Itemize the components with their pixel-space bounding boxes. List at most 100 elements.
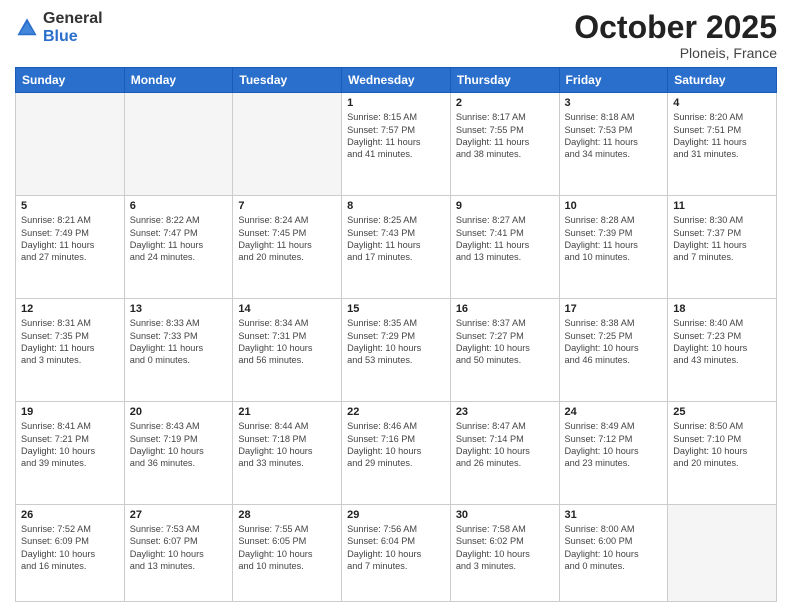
- weekday-header-saturday: Saturday: [668, 68, 777, 93]
- calendar-table: SundayMondayTuesdayWednesdayThursdayFrid…: [15, 67, 777, 602]
- day-info: Sunrise: 8:47 AM Sunset: 7:14 PM Dayligh…: [456, 420, 554, 470]
- calendar-cell: 18Sunrise: 8:40 AM Sunset: 7:23 PM Dayli…: [668, 299, 777, 402]
- day-number: 30: [456, 509, 554, 521]
- calendar-week-2: 5Sunrise: 8:21 AM Sunset: 7:49 PM Daylig…: [16, 196, 777, 299]
- calendar-cell: 10 Sunrise: 8:28 AM Sunset: 7:39 PM Dayli…: [559, 196, 668, 299]
- calendar-cell: 27 Sunrise: 7:53 AM Sunset: 6:07 PM Dayli…: [124, 505, 233, 602]
- calendar-cell: 15Sunrise: 8:35 AM Sunset: 7:29 PM Dayli…: [342, 299, 451, 402]
- calendar-cell: 3 Sunrise: 8:18 AM Sunset: 7:53 PM Daylig…: [559, 93, 668, 196]
- calendar-cell: 24Sunrise: 8:49 AM Sunset: 7:12 PM Dayli…: [559, 402, 668, 505]
- weekday-header-monday: Monday: [124, 68, 233, 93]
- day-info: Sunrise: 8:41 AM Sunset: 7:21 PM Dayligh…: [21, 420, 119, 470]
- day-number: 14: [238, 303, 336, 315]
- day-number: 27: [130, 509, 228, 521]
- day-info: Sunrise: 8:31 AM Sunset: 7:35 PM Dayligh…: [21, 317, 119, 367]
- weekday-header-wednesday: Wednesday: [342, 68, 451, 93]
- day-info: Sunrise: 8:15 AM Sunset: 7:57 PM Dayligh…: [347, 111, 445, 161]
- day-info: Sunrise: 8:18 AM Sunset: 7:53 PM Dayligh…: [565, 111, 663, 161]
- day-number: 10: [565, 200, 663, 212]
- calendar-cell: 23 Sunrise: 8:47 AM Sunset: 7:14 PM Dayli…: [450, 402, 559, 505]
- day-info: Sunrise: 8:44 AM Sunset: 7:18 PM Dayligh…: [238, 420, 336, 470]
- day-number: 22: [347, 406, 445, 418]
- header: General Blue October 2025 Ploneis, Franc…: [15, 10, 777, 61]
- day-number: 9: [456, 200, 554, 212]
- logo-blue-text: Blue: [43, 28, 78, 45]
- day-number: 3: [565, 97, 663, 109]
- day-info: Sunrise: 8:21 AM Sunset: 7:49 PM Dayligh…: [21, 214, 119, 264]
- calendar-cell: 28Sunrise: 7:55 AM Sunset: 6:05 PM Dayli…: [233, 505, 342, 602]
- calendar-week-1: 1 Sunrise: 8:15 AM Sunset: 7:57 PM Daylig…: [16, 93, 777, 196]
- day-number: 31: [565, 509, 663, 521]
- day-info: Sunrise: 7:55 AM Sunset: 6:05 PM Dayligh…: [238, 523, 336, 573]
- day-info: Sunrise: 7:56 AM Sunset: 6:04 PM Dayligh…: [347, 523, 445, 573]
- calendar-cell: 5Sunrise: 8:21 AM Sunset: 7:49 PM Daylig…: [16, 196, 125, 299]
- calendar-cell: 12 Sunrise: 8:31 AM Sunset: 7:35 PM Dayli…: [16, 299, 125, 402]
- day-info: Sunrise: 8:22 AM Sunset: 7:47 PM Dayligh…: [130, 214, 228, 264]
- calendar-cell: 8 Sunrise: 8:25 AM Sunset: 7:43 PM Daylig…: [342, 196, 451, 299]
- day-info: Sunrise: 8:38 AM Sunset: 7:25 PM Dayligh…: [565, 317, 663, 367]
- calendar-cell: 13Sunrise: 8:33 AM Sunset: 7:33 PM Dayli…: [124, 299, 233, 402]
- calendar-cell: 25Sunrise: 8:50 AM Sunset: 7:10 PM Dayli…: [668, 402, 777, 505]
- calendar-cell: [668, 505, 777, 602]
- day-info: Sunrise: 8:27 AM Sunset: 7:41 PM Dayligh…: [456, 214, 554, 264]
- calendar-week-4: 19Sunrise: 8:41 AM Sunset: 7:21 PM Dayli…: [16, 402, 777, 505]
- day-info: Sunrise: 7:52 AM Sunset: 6:09 PM Dayligh…: [21, 523, 119, 573]
- logo: General Blue: [15, 10, 103, 45]
- day-info: Sunrise: 8:46 AM Sunset: 7:16 PM Dayligh…: [347, 420, 445, 470]
- day-info: Sunrise: 8:25 AM Sunset: 7:43 PM Dayligh…: [347, 214, 445, 264]
- day-number: 2: [456, 97, 554, 109]
- day-info: Sunrise: 8:28 AM Sunset: 7:39 PM Dayligh…: [565, 214, 663, 264]
- calendar-week-3: 12 Sunrise: 8:31 AM Sunset: 7:35 PM Dayli…: [16, 299, 777, 402]
- day-info: Sunrise: 8:30 AM Sunset: 7:37 PM Dayligh…: [673, 214, 771, 264]
- day-number: 26: [21, 509, 119, 521]
- day-number: 8: [347, 200, 445, 212]
- calendar-cell: 9 Sunrise: 8:27 AM Sunset: 7:41 PM Daylig…: [450, 196, 559, 299]
- day-number: 25: [673, 406, 771, 418]
- weekday-header-row: SundayMondayTuesdayWednesdayThursdayFrid…: [16, 68, 777, 93]
- calendar-cell: [124, 93, 233, 196]
- calendar-cell: 2Sunrise: 8:17 AM Sunset: 7:55 PM Daylig…: [450, 93, 559, 196]
- logo-icon: [15, 16, 39, 40]
- day-number: 24: [565, 406, 663, 418]
- day-info: Sunrise: 7:53 AM Sunset: 6:07 PM Dayligh…: [130, 523, 228, 573]
- calendar-cell: 14 Sunrise: 8:34 AM Sunset: 7:31 PM Dayli…: [233, 299, 342, 402]
- day-info: Sunrise: 8:34 AM Sunset: 7:31 PM Dayligh…: [238, 317, 336, 367]
- day-info: Sunrise: 8:24 AM Sunset: 7:45 PM Dayligh…: [238, 214, 336, 264]
- day-number: 1: [347, 97, 445, 109]
- day-info: Sunrise: 8:40 AM Sunset: 7:23 PM Dayligh…: [673, 317, 771, 367]
- calendar-cell: 31 Sunrise: 8:00 AM Sunset: 6:00 PM Dayli…: [559, 505, 668, 602]
- day-number: 4: [673, 97, 771, 109]
- day-number: 13: [130, 303, 228, 315]
- day-number: 16: [456, 303, 554, 315]
- month-title: October 2025: [574, 10, 777, 45]
- calendar-cell: 26 Sunrise: 7:52 AM Sunset: 6:09 PM Dayli…: [16, 505, 125, 602]
- calendar-cell: 7Sunrise: 8:24 AM Sunset: 7:45 PM Daylig…: [233, 196, 342, 299]
- day-number: 21: [238, 406, 336, 418]
- calendar-cell: 19Sunrise: 8:41 AM Sunset: 7:21 PM Dayli…: [16, 402, 125, 505]
- location: Ploneis, France: [574, 45, 777, 61]
- calendar-cell: 16Sunrise: 8:37 AM Sunset: 7:27 PM Dayli…: [450, 299, 559, 402]
- calendar-cell: 30 Sunrise: 7:58 AM Sunset: 6:02 PM Dayli…: [450, 505, 559, 602]
- day-number: 12: [21, 303, 119, 315]
- calendar-cell: 17 Sunrise: 8:38 AM Sunset: 7:25 PM Dayli…: [559, 299, 668, 402]
- weekday-header-sunday: Sunday: [16, 68, 125, 93]
- weekday-header-friday: Friday: [559, 68, 668, 93]
- title-block: October 2025 Ploneis, France: [574, 10, 777, 61]
- calendar-cell: [233, 93, 342, 196]
- calendar-cell: 21 Sunrise: 8:44 AM Sunset: 7:18 PM Dayli…: [233, 402, 342, 505]
- calendar-cell: 4 Sunrise: 8:20 AM Sunset: 7:51 PM Daylig…: [668, 93, 777, 196]
- day-info: Sunrise: 7:58 AM Sunset: 6:02 PM Dayligh…: [456, 523, 554, 573]
- day-info: Sunrise: 8:00 AM Sunset: 6:00 PM Dayligh…: [565, 523, 663, 573]
- day-number: 6: [130, 200, 228, 212]
- day-number: 29: [347, 509, 445, 521]
- calendar-cell: 6 Sunrise: 8:22 AM Sunset: 7:47 PM Daylig…: [124, 196, 233, 299]
- day-number: 23: [456, 406, 554, 418]
- day-number: 11: [673, 200, 771, 212]
- day-info: Sunrise: 8:20 AM Sunset: 7:51 PM Dayligh…: [673, 111, 771, 161]
- page: General Blue October 2025 Ploneis, Franc…: [0, 0, 792, 612]
- calendar-cell: 1 Sunrise: 8:15 AM Sunset: 7:57 PM Daylig…: [342, 93, 451, 196]
- day-info: Sunrise: 8:43 AM Sunset: 7:19 PM Dayligh…: [130, 420, 228, 470]
- weekday-header-tuesday: Tuesday: [233, 68, 342, 93]
- day-number: 17: [565, 303, 663, 315]
- calendar-cell: 29 Sunrise: 7:56 AM Sunset: 6:04 PM Dayli…: [342, 505, 451, 602]
